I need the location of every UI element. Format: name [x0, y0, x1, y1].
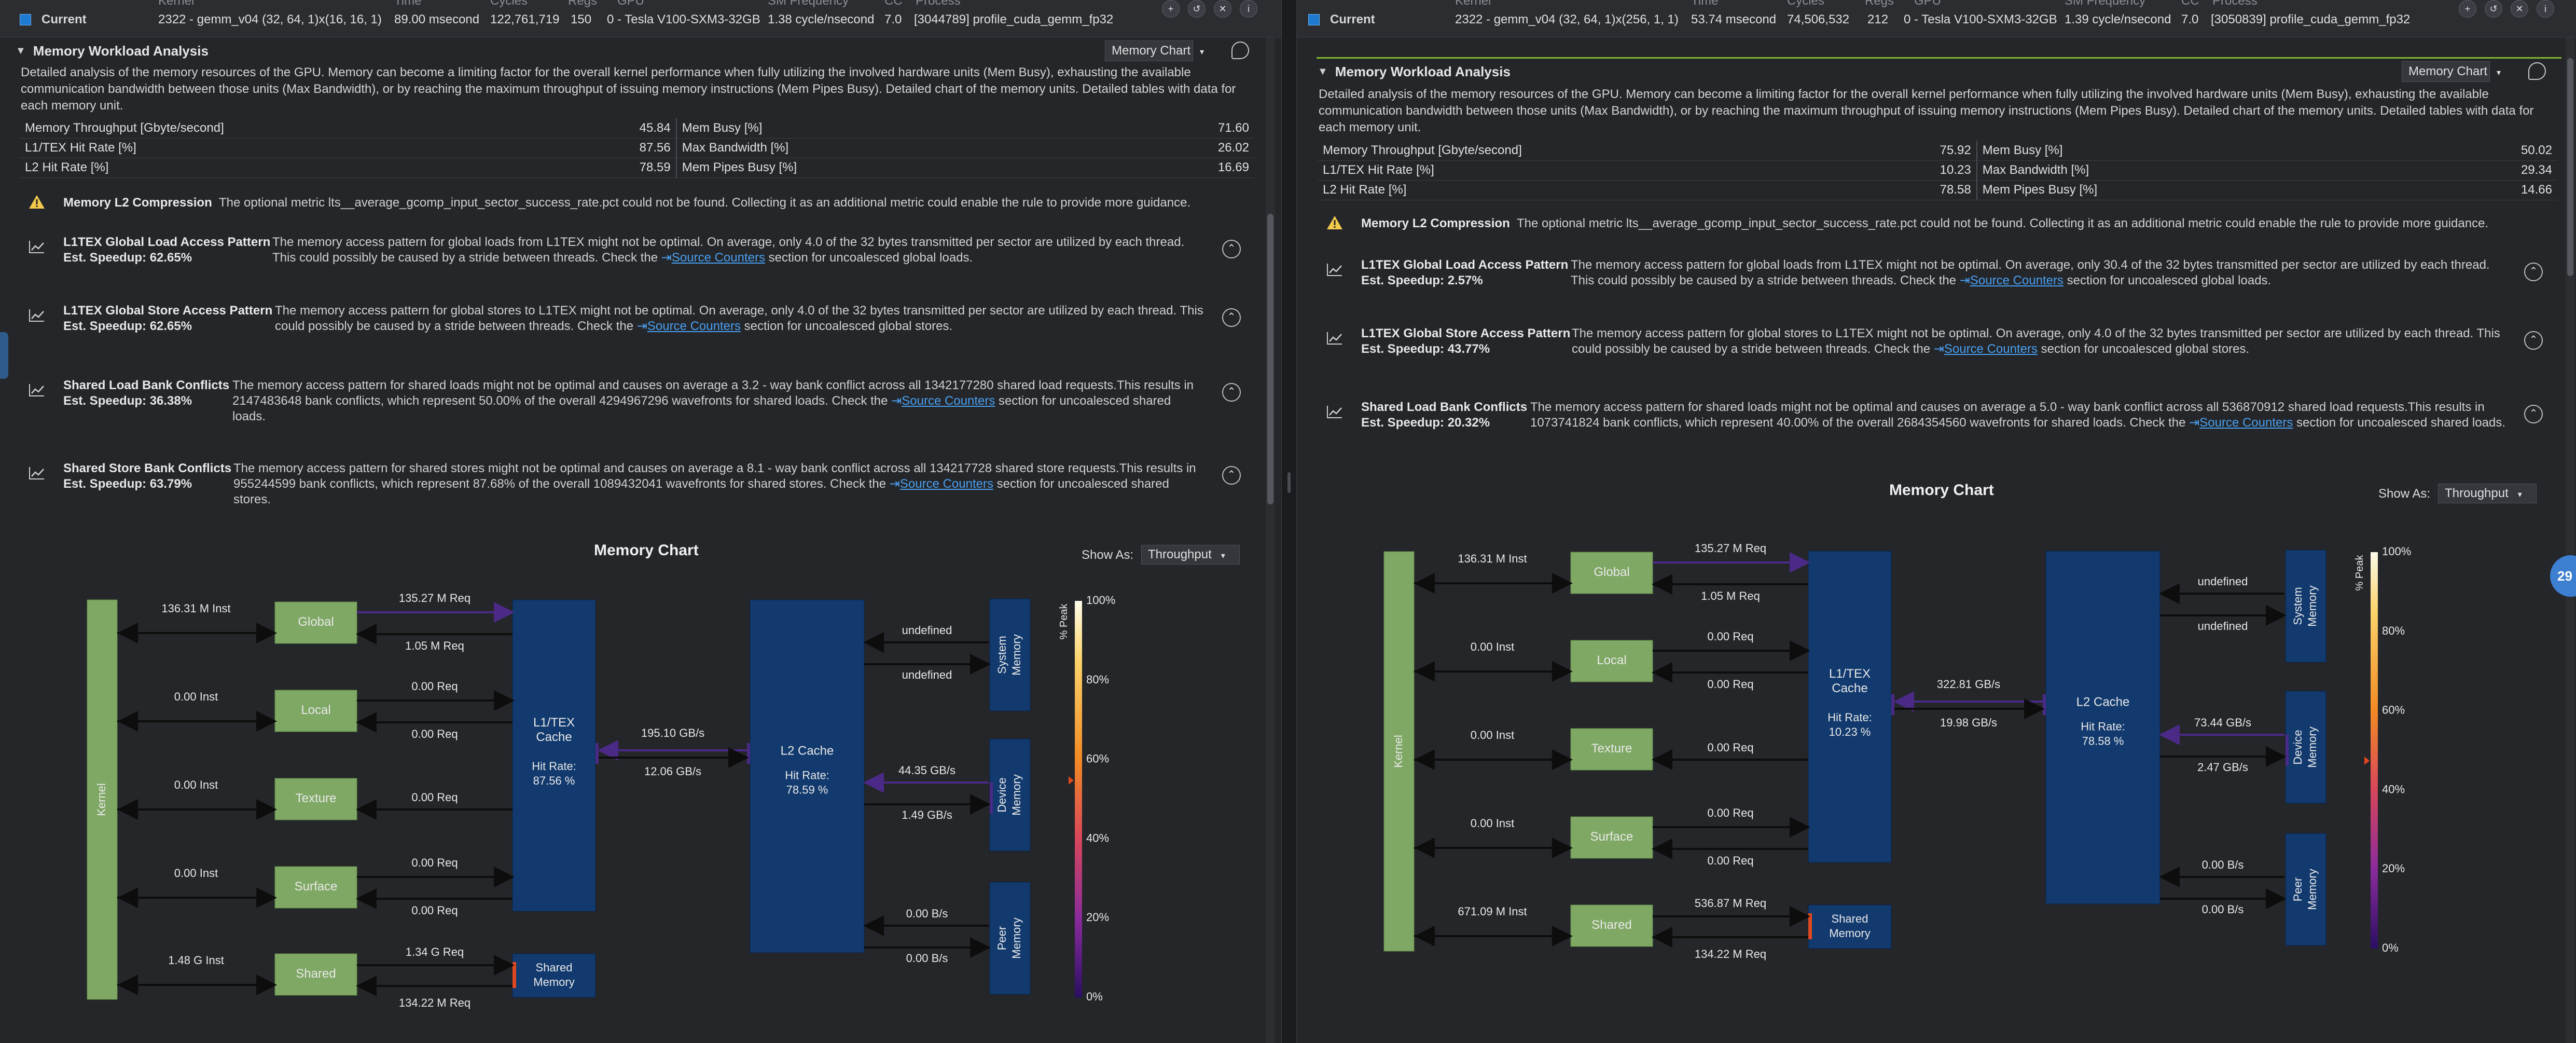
peak-legend-tick: 100% — [1086, 594, 1115, 607]
shared-req-bottom: 134.22 M Req — [1695, 948, 1766, 960]
peak-legend-tick: 0% — [2382, 941, 2399, 954]
device-memory-port — [2286, 735, 2289, 766]
l1-l2-bottom-value: 19.98 GB/s — [1940, 716, 1997, 729]
kernel-label: Kernel — [95, 783, 108, 816]
split-divider[interactable] — [1281, 0, 1297, 1043]
l1-l2-port-right — [747, 743, 750, 764]
l1-l2-bottom-value: 12.06 GB/s — [644, 765, 701, 778]
surface-req-top: 0.00 Req — [411, 856, 458, 869]
local-inst-value: 0.00 Inst — [1471, 640, 1514, 653]
l1-l2-top-value: 195.10 GB/s — [641, 726, 704, 739]
l1-tex-cache-box — [512, 599, 596, 912]
texture-req-value: 0.00 Req — [411, 791, 458, 804]
peer-bottom-value: 0.00 B/s — [2202, 903, 2244, 916]
shared-memory-usage-bar — [1808, 913, 1812, 939]
peak-legend-gradient — [1075, 601, 1082, 997]
shared-req-top: 1.34 G Req — [406, 945, 464, 958]
local-label: Local — [301, 703, 330, 717]
shared-req-top: 536.87 M Req — [1695, 897, 1766, 910]
memory-chart: Kernel Global 136.31 M Inst Local 0.00 Inst T… — [1383, 542, 2411, 960]
device-bottom-value: 2.47 GB/s — [2197, 761, 2248, 774]
peak-legend-title: % Peak — [1058, 603, 1070, 640]
peak-legend-tick: 40% — [1086, 831, 1109, 844]
split-grip[interactable] — [1287, 472, 1291, 493]
peak-legend-tick: 40% — [2382, 783, 2405, 795]
surface-req-bottom: 0.00 Req — [411, 904, 458, 917]
peak-legend-tick: 100% — [2382, 545, 2411, 558]
peak-legend-tick: 80% — [2382, 624, 2405, 637]
memory-chart: Kernel Global 136.31 M Inst Local 0.00 Inst T… — [87, 592, 1115, 1009]
local-req-top: 0.00 Req — [411, 680, 458, 693]
peer-top-value: 0.00 B/s — [906, 907, 948, 920]
surface-label: Surface — [1590, 830, 1633, 844]
kernel-label: Kernel — [1392, 735, 1405, 768]
vertical-scrollbar[interactable] — [1266, 37, 1275, 1043]
l2-cache-label: L2 Cache — [2076, 695, 2130, 709]
peak-legend-tick: 60% — [2382, 703, 2405, 716]
side-panel-tab[interactable] — [0, 332, 8, 379]
global-req-bottom: 1.05 M Req — [405, 639, 464, 652]
global-req-top: 135.27 M Req — [1695, 542, 1766, 555]
left-report-pane: Kernel Time Cycles Regs GPU SM Frequency… — [0, 0, 1281, 1043]
peak-marker — [2364, 757, 2370, 765]
right-report-pane: Kernel Time Cycles Regs GPU SM Frequency… — [1297, 0, 2576, 1043]
local-req-bottom: 0.00 Req — [411, 728, 458, 740]
vertical-scrollbar[interactable] — [2566, 37, 2575, 1043]
texture-label: Texture — [1591, 742, 1632, 756]
l1-l2-port-right — [2043, 694, 2046, 715]
shared-label: Shared — [1591, 918, 1631, 932]
peer-top-value: 0.00 B/s — [2202, 858, 2244, 871]
shared-req-bottom: 134.22 M Req — [399, 996, 470, 1009]
texture-inst-value: 0.00 Inst — [1471, 729, 1514, 742]
surface-label: Surface — [295, 880, 338, 894]
system-top-value: undefined — [902, 624, 952, 637]
peak-legend-gradient — [2371, 552, 2378, 949]
shared-inst-value: 1.48 G Inst — [168, 954, 224, 967]
surface-inst-value: 0.00 Inst — [1471, 817, 1514, 830]
shared-label: Shared — [296, 967, 336, 981]
peak-legend-tick: 80% — [1086, 673, 1109, 686]
texture-req-value: 0.00 Req — [1707, 741, 1753, 754]
peak-legend-tick: 0% — [1086, 990, 1103, 1003]
texture-inst-value: 0.00 Inst — [174, 778, 218, 791]
global-inst-value: 136.31 M Inst — [1458, 552, 1527, 565]
global-req-bottom: 1.05 M Req — [1701, 589, 1760, 602]
local-label: Local — [1597, 653, 1626, 667]
peak-legend-tick: 20% — [2382, 862, 2405, 875]
l1-l2-top-value: 322.81 GB/s — [1937, 678, 2000, 691]
peak-legend-title: % Peak — [2354, 555, 2365, 591]
shared-memory-usage-bar — [513, 962, 516, 988]
l1-l2-port-left — [1891, 694, 1894, 715]
device-top-value: 73.44 GB/s — [2194, 716, 2251, 729]
device-bottom-value: 1.49 GB/s — [902, 808, 952, 821]
surface-req-top: 0.00 Req — [1707, 806, 1753, 819]
peak-legend-tick: 20% — [1086, 911, 1109, 924]
scrollbar-thumb[interactable] — [1267, 214, 1273, 504]
surface-inst-value: 0.00 Inst — [174, 867, 218, 880]
peak-legend-tick: 60% — [1086, 752, 1109, 765]
l1-cache-label: L1/TEX Cache — [1829, 667, 1871, 695]
scrollbar-thumb[interactable] — [2567, 58, 2573, 276]
system-bottom-value: undefined — [2198, 620, 2248, 633]
local-req-bottom: 0.00 Req — [1707, 678, 1753, 691]
l2-cache-label: L2 Cache — [781, 744, 834, 758]
device-memory-port — [990, 783, 993, 814]
global-inst-value: 136.31 M Inst — [161, 602, 230, 615]
global-req-top: 135.27 M Req — [399, 592, 470, 605]
system-bottom-value: undefined — [902, 668, 952, 681]
surface-req-bottom: 0.00 Req — [1707, 854, 1753, 867]
l1-cache-label: L1/TEX Cache — [533, 716, 575, 744]
shared-inst-value: 671.09 M Inst — [1458, 905, 1527, 918]
global-label: Global — [298, 615, 334, 629]
device-top-value: 44.35 GB/s — [898, 764, 955, 777]
l1-l2-port-left — [595, 743, 599, 764]
system-top-value: undefined — [2198, 575, 2248, 588]
local-inst-value: 0.00 Inst — [174, 690, 218, 703]
texture-label: Texture — [296, 791, 337, 805]
global-label: Global — [1594, 565, 1629, 579]
l1-tex-cache-box — [1808, 551, 1892, 863]
peak-marker — [1069, 776, 1074, 785]
local-req-top: 0.00 Req — [1707, 630, 1753, 643]
peer-bottom-value: 0.00 B/s — [906, 952, 948, 965]
